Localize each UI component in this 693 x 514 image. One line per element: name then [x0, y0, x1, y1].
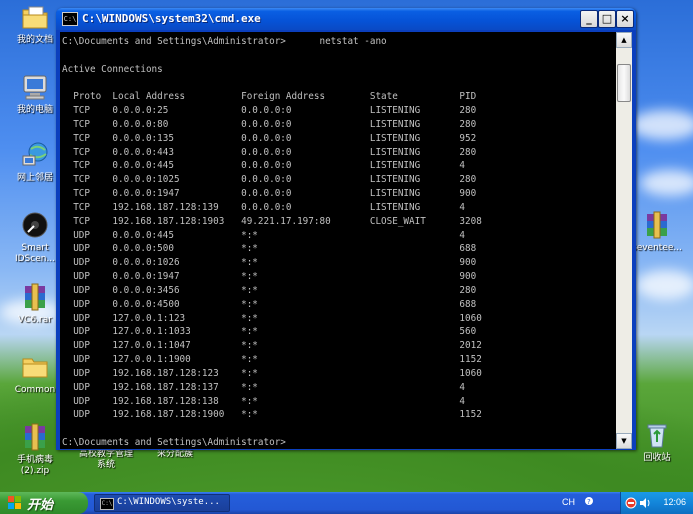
system-tray: CH ? 12:06 [554, 492, 693, 514]
computer-icon [20, 72, 50, 102]
vertical-scrollbar[interactable]: ▲ ▼ [616, 32, 632, 449]
folder-documents-icon [20, 2, 50, 32]
start-button[interactable]: 开始 [0, 492, 88, 514]
taskbar-item-label: C:\WINDOWS\syste... [117, 497, 220, 507]
scroll-up-arrow-icon[interactable]: ▲ [616, 32, 632, 48]
desktop-icon-label: 采分配簇 [156, 449, 193, 459]
svg-text:?: ? [587, 498, 591, 506]
language-indicator[interactable]: CH [562, 497, 575, 507]
cmd-icon[interactable]: C:\ [62, 12, 78, 26]
rar-archive-icon [20, 422, 50, 452]
cloud [630, 110, 693, 140]
windows-flag-icon [8, 496, 21, 509]
cmd-icon: C:\ [100, 498, 114, 510]
notification-area: 12:06 [620, 492, 693, 514]
scroll-thumb[interactable] [617, 64, 631, 102]
desktop-icon-grade-system[interactable]: 采分配簇 [140, 449, 210, 460]
desktop-icon-label: 回收站 [643, 453, 671, 463]
minimize-button[interactable]: _ [580, 10, 598, 28]
cmd-window[interactable]: C:\ C:\WINDOWS\system32\cmd.exe _ □ × C:… [56, 8, 636, 450]
desktop-icon-school-system[interactable]: 高校教学管理 系统 [68, 449, 144, 471]
taskbar-item-cmd[interactable]: C:\ C:\WINDOWS\syste... [94, 494, 230, 512]
start-label: 开始 [27, 498, 54, 513]
recycle-bin-icon [642, 420, 672, 450]
desktop-icon-label: 手机病毒 (2).zip [16, 455, 53, 476]
taskbar: 开始 C:\ C:\WINDOWS\syste... CH ? 12:06 [0, 492, 693, 514]
security-shield-icon[interactable] [625, 497, 637, 509]
close-button[interactable]: × [616, 10, 634, 28]
scroll-down-arrow-icon[interactable]: ▼ [616, 433, 632, 449]
clock[interactable]: 12:06 [663, 497, 686, 507]
network-icon [20, 140, 50, 170]
rar-archive-icon [642, 210, 672, 240]
maximize-button[interactable]: □ [598, 10, 616, 28]
help-icon[interactable]: ? [584, 496, 594, 510]
cloud [636, 270, 693, 300]
volume-icon[interactable] [639, 497, 651, 509]
folder-icon [20, 352, 50, 382]
title-bar[interactable]: C:\ C:\WINDOWS\system32\cmd.exe _ □ × [56, 8, 636, 30]
rar-archive-icon [20, 282, 50, 312]
console-output[interactable]: C:\Documents and Settings\Administrator>… [60, 32, 616, 449]
disc-icon [20, 210, 50, 240]
window-title: C:\WINDOWS\system32\cmd.exe [82, 12, 261, 25]
console-text: C:\Documents and Settings\Administrator>… [62, 36, 482, 449]
cloud [640, 170, 693, 196]
desktop-icon-label: 高校教学管理 系统 [78, 449, 133, 470]
